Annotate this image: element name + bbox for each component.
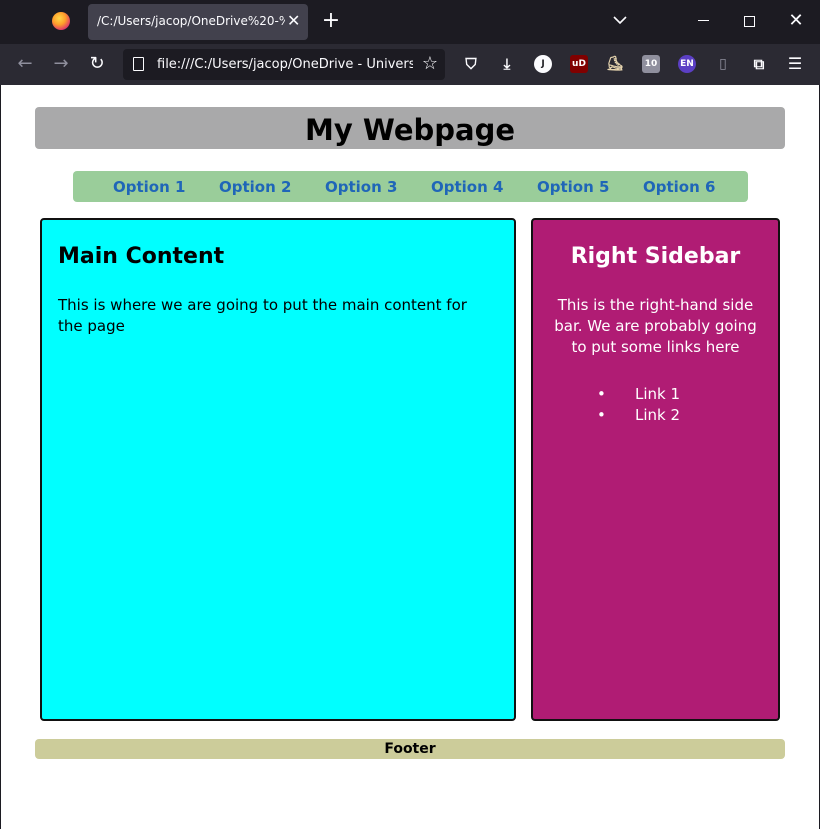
sidebar-link-list: • Link 1 • Link 2 xyxy=(593,384,733,426)
extensions-puzzle-icon[interactable]: ⧉ xyxy=(750,55,768,73)
tab-strip: /C:/Users/jacop/OneDrive%20-%20Universit… xyxy=(0,0,820,44)
ublock-icon[interactable]: uD xyxy=(570,55,588,73)
menu-option-6[interactable]: Option 6 xyxy=(643,178,715,196)
list-item: • Link 1 xyxy=(593,384,733,405)
sidebar-heading: Right Sidebar xyxy=(570,244,741,269)
new-tab-button[interactable]: + xyxy=(321,10,341,32)
tab-title: /C:/Users/jacop/OneDrive%20-%20Universit… xyxy=(97,14,285,28)
list-all-tabs-chevron-icon[interactable] xyxy=(612,12,628,28)
bullet-icon: • xyxy=(597,406,606,424)
sidebar-link-1[interactable]: Link 1 xyxy=(635,385,680,403)
address-bar[interactable]: file:///C:/Users/jacop/OneDrive - Univer… xyxy=(123,49,445,80)
pocket-icon[interactable]: ⛉ xyxy=(462,55,480,73)
right-sidebar: Right Sidebar This is the right-hand sid… xyxy=(531,218,780,721)
extension-j-icon[interactable]: J xyxy=(534,55,552,73)
tab-close-icon[interactable]: ✕ xyxy=(287,12,301,30)
menu-option-5[interactable]: Option 5 xyxy=(537,178,609,196)
window-close-button[interactable]: ✕ xyxy=(786,10,806,32)
bookmark-star-icon[interactable]: ☆ xyxy=(419,53,441,75)
menu-hamburger-icon[interactable]: ☰ xyxy=(786,55,804,73)
extension-10-icon[interactable]: 10 xyxy=(642,55,660,73)
window-maximize-button[interactable] xyxy=(744,16,755,27)
download-icon[interactable]: ⤓ xyxy=(498,55,516,73)
extension-mouse-icon[interactable]: ▯ xyxy=(714,55,732,73)
extension-shoe-icon[interactable]: ⛸ xyxy=(606,55,624,73)
list-item: • Link 2 xyxy=(593,405,733,426)
nav-menu: Option 1 Option 2 Option 3 Option 4 Opti… xyxy=(73,171,748,202)
sidebar-text: This is the right-hand side bar. We are … xyxy=(554,296,757,356)
browser-tab[interactable]: /C:/Users/jacop/OneDrive%20-%20Universit… xyxy=(88,4,308,40)
firefox-logo-icon[interactable] xyxy=(52,12,70,30)
window-minimize-button[interactable] xyxy=(698,20,709,21)
page-title: My Webpage xyxy=(35,107,785,149)
main-text: This is where we are going to put the ma… xyxy=(58,296,467,335)
menu-option-2[interactable]: Option 2 xyxy=(219,178,291,196)
menu-option-3[interactable]: Option 3 xyxy=(325,178,397,196)
page-icon xyxy=(133,57,144,71)
bullet-icon: • xyxy=(597,385,606,403)
back-button[interactable]: ← xyxy=(13,52,37,76)
page-footer: Footer xyxy=(35,739,785,759)
reload-button[interactable]: ↻ xyxy=(85,52,109,76)
extension-en-icon[interactable]: EN xyxy=(678,55,696,73)
menu-option-4[interactable]: Option 4 xyxy=(431,178,503,196)
forward-button[interactable]: → xyxy=(49,52,73,76)
main-heading: Main Content xyxy=(58,244,225,269)
menu-option-1[interactable]: Option 1 xyxy=(113,178,185,196)
url-text[interactable]: file:///C:/Users/jacop/OneDrive - Univer… xyxy=(157,57,413,72)
main-content: Main Content This is where we are going … xyxy=(40,218,516,721)
navigation-toolbar: ← → ↻ file:///C:/Users/jacop/OneDrive - … xyxy=(0,44,820,85)
sidebar-link-2[interactable]: Link 2 xyxy=(635,406,680,424)
page-viewport: My Webpage Option 1 Option 2 Option 3 Op… xyxy=(1,85,819,829)
